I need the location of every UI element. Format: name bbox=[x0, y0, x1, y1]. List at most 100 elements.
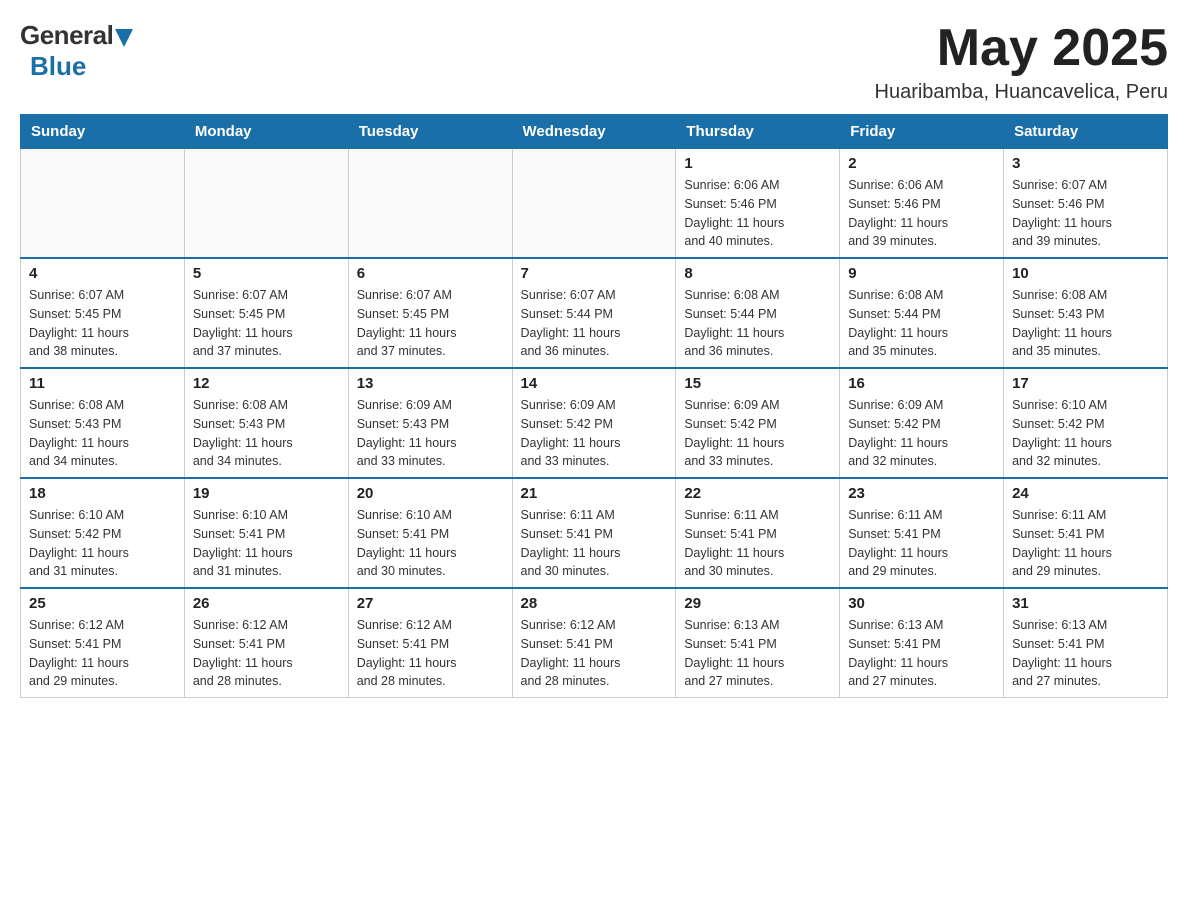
day-info: Sunrise: 6:13 AM Sunset: 5:41 PM Dayligh… bbox=[848, 616, 995, 691]
day-number: 19 bbox=[193, 485, 340, 502]
day-info: Sunrise: 6:08 AM Sunset: 5:43 PM Dayligh… bbox=[193, 396, 340, 471]
day-info: Sunrise: 6:08 AM Sunset: 5:43 PM Dayligh… bbox=[29, 396, 176, 471]
day-info: Sunrise: 6:10 AM Sunset: 5:42 PM Dayligh… bbox=[29, 506, 176, 581]
day-info: Sunrise: 6:10 AM Sunset: 5:41 PM Dayligh… bbox=[357, 506, 504, 581]
day-info: Sunrise: 6:09 AM Sunset: 5:42 PM Dayligh… bbox=[684, 396, 831, 471]
calendar-day-header: Thursday bbox=[676, 115, 840, 149]
calendar-week-row: 25Sunrise: 6:12 AM Sunset: 5:41 PM Dayli… bbox=[21, 588, 1168, 698]
day-number: 20 bbox=[357, 485, 504, 502]
day-number: 4 bbox=[29, 265, 176, 282]
calendar-week-row: 18 Sunrise: 6:10 AM Sunset: 5:42 PM Dayli… bbox=[21, 478, 1168, 588]
day-number: 5 bbox=[193, 265, 340, 282]
calendar-table: SundayMondayTuesdayWednesdayThursdayFrid… bbox=[20, 114, 1168, 698]
calendar-day-cell: 18 Sunrise: 6:10 AM Sunset: 5:42 PM Dayli… bbox=[21, 478, 185, 588]
calendar-day-cell bbox=[184, 149, 348, 259]
day-number: 1 bbox=[684, 155, 831, 172]
day-number: 2 bbox=[848, 155, 995, 172]
calendar-day-cell: 1 Sunrise: 6:06 AM Sunset: 5:46 PM Daylig… bbox=[676, 149, 840, 259]
day-info: Sunrise: 6:12 AM Sunset: 5:41 PM Dayligh… bbox=[357, 616, 504, 691]
day-number: 3 bbox=[1012, 155, 1159, 172]
logo-blue-text: Blue bbox=[30, 51, 86, 82]
day-info: Sunrise: 6:06 AM Sunset: 5:46 PM Dayligh… bbox=[684, 176, 831, 251]
calendar-day-cell: 4 Sunrise: 6:07 AM Sunset: 5:45 PM Daylig… bbox=[21, 258, 185, 368]
day-info: Sunrise: 6:07 AM Sunset: 5:44 PM Dayligh… bbox=[521, 286, 668, 361]
calendar-day-cell bbox=[348, 149, 512, 259]
calendar-day-cell: 24Sunrise: 6:11 AM Sunset: 5:41 PM Dayli… bbox=[1004, 478, 1168, 588]
day-info: Sunrise: 6:08 AM Sunset: 5:44 PM Dayligh… bbox=[684, 286, 831, 361]
day-number: 16 bbox=[848, 375, 995, 392]
day-info: Sunrise: 6:06 AM Sunset: 5:46 PM Dayligh… bbox=[848, 176, 995, 251]
calendar-day-cell: 27 Sunrise: 6:12 AM Sunset: 5:41 PM Dayli… bbox=[348, 588, 512, 698]
calendar-day-cell: 9Sunrise: 6:08 AM Sunset: 5:44 PM Daylig… bbox=[840, 258, 1004, 368]
day-info: Sunrise: 6:10 AM Sunset: 5:42 PM Dayligh… bbox=[1012, 396, 1159, 471]
title-section: May 2025 Huaribamba, Huancavelica, Peru bbox=[875, 20, 1169, 104]
calendar-day-cell: 26Sunrise: 6:12 AM Sunset: 5:41 PM Dayli… bbox=[184, 588, 348, 698]
calendar-day-cell: 30 Sunrise: 6:13 AM Sunset: 5:41 PM Dayli… bbox=[840, 588, 1004, 698]
day-info: Sunrise: 6:11 AM Sunset: 5:41 PM Dayligh… bbox=[1012, 506, 1159, 581]
calendar-header-row: SundayMondayTuesdayWednesdayThursdayFrid… bbox=[21, 115, 1168, 149]
logo-triangle-icon bbox=[115, 29, 133, 47]
calendar-day-cell: 25Sunrise: 6:12 AM Sunset: 5:41 PM Dayli… bbox=[21, 588, 185, 698]
day-info: Sunrise: 6:13 AM Sunset: 5:41 PM Dayligh… bbox=[1012, 616, 1159, 691]
day-number: 14 bbox=[521, 375, 668, 392]
day-info: Sunrise: 6:07 AM Sunset: 5:45 PM Dayligh… bbox=[193, 286, 340, 361]
day-number: 30 bbox=[848, 595, 995, 612]
calendar-day-header: Tuesday bbox=[348, 115, 512, 149]
calendar-day-cell: 14 Sunrise: 6:09 AM Sunset: 5:42 PM Dayli… bbox=[512, 368, 676, 478]
day-number: 7 bbox=[521, 265, 668, 282]
day-info: Sunrise: 6:07 AM Sunset: 5:46 PM Dayligh… bbox=[1012, 176, 1159, 251]
day-number: 31 bbox=[1012, 595, 1159, 612]
day-info: Sunrise: 6:10 AM Sunset: 5:41 PM Dayligh… bbox=[193, 506, 340, 581]
day-number: 17 bbox=[1012, 375, 1159, 392]
calendar-day-cell: 7 Sunrise: 6:07 AM Sunset: 5:44 PM Daylig… bbox=[512, 258, 676, 368]
day-number: 28 bbox=[521, 595, 668, 612]
calendar-day-cell: 10Sunrise: 6:08 AM Sunset: 5:43 PM Dayli… bbox=[1004, 258, 1168, 368]
logo: General Blue bbox=[20, 20, 133, 82]
day-info: Sunrise: 6:07 AM Sunset: 5:45 PM Dayligh… bbox=[29, 286, 176, 361]
day-number: 27 bbox=[357, 595, 504, 612]
calendar-day-cell: 5 Sunrise: 6:07 AM Sunset: 5:45 PM Daylig… bbox=[184, 258, 348, 368]
day-info: Sunrise: 6:09 AM Sunset: 5:43 PM Dayligh… bbox=[357, 396, 504, 471]
day-info: Sunrise: 6:11 AM Sunset: 5:41 PM Dayligh… bbox=[684, 506, 831, 581]
calendar-day-cell: 28 Sunrise: 6:12 AM Sunset: 5:41 PM Dayli… bbox=[512, 588, 676, 698]
day-number: 13 bbox=[357, 375, 504, 392]
day-info: Sunrise: 6:07 AM Sunset: 5:45 PM Dayligh… bbox=[357, 286, 504, 361]
calendar-day-cell bbox=[21, 149, 185, 259]
day-number: 29 bbox=[684, 595, 831, 612]
day-info: Sunrise: 6:08 AM Sunset: 5:43 PM Dayligh… bbox=[1012, 286, 1159, 361]
day-info: Sunrise: 6:08 AM Sunset: 5:44 PM Dayligh… bbox=[848, 286, 995, 361]
day-info: Sunrise: 6:09 AM Sunset: 5:42 PM Dayligh… bbox=[521, 396, 668, 471]
calendar-day-cell: 16 Sunrise: 6:09 AM Sunset: 5:42 PM Dayli… bbox=[840, 368, 1004, 478]
day-info: Sunrise: 6:09 AM Sunset: 5:42 PM Dayligh… bbox=[848, 396, 995, 471]
day-number: 21 bbox=[521, 485, 668, 502]
day-number: 15 bbox=[684, 375, 831, 392]
day-info: Sunrise: 6:12 AM Sunset: 5:41 PM Dayligh… bbox=[521, 616, 668, 691]
calendar-day-header: Monday bbox=[184, 115, 348, 149]
calendar-day-cell: 17 Sunrise: 6:10 AM Sunset: 5:42 PM Dayli… bbox=[1004, 368, 1168, 478]
day-info: Sunrise: 6:13 AM Sunset: 5:41 PM Dayligh… bbox=[684, 616, 831, 691]
calendar-week-row: 4 Sunrise: 6:07 AM Sunset: 5:45 PM Daylig… bbox=[21, 258, 1168, 368]
calendar-day-cell: 13 Sunrise: 6:09 AM Sunset: 5:43 PM Dayli… bbox=[348, 368, 512, 478]
calendar-day-header: Friday bbox=[840, 115, 1004, 149]
calendar-day-header: Sunday bbox=[21, 115, 185, 149]
calendar-day-cell: 15 Sunrise: 6:09 AM Sunset: 5:42 PM Dayli… bbox=[676, 368, 840, 478]
day-number: 8 bbox=[684, 265, 831, 282]
month-title: May 2025 bbox=[875, 20, 1169, 77]
calendar-week-row: 1 Sunrise: 6:06 AM Sunset: 5:46 PM Daylig… bbox=[21, 149, 1168, 259]
day-info: Sunrise: 6:11 AM Sunset: 5:41 PM Dayligh… bbox=[521, 506, 668, 581]
page-header: General Blue May 2025 Huaribamba, Huanca… bbox=[20, 20, 1168, 104]
calendar-day-cell: 8 Sunrise: 6:08 AM Sunset: 5:44 PM Daylig… bbox=[676, 258, 840, 368]
calendar-day-cell: 3 Sunrise: 6:07 AM Sunset: 5:46 PM Daylig… bbox=[1004, 149, 1168, 259]
calendar-day-cell: 22Sunrise: 6:11 AM Sunset: 5:41 PM Dayli… bbox=[676, 478, 840, 588]
calendar-day-cell: 11Sunrise: 6:08 AM Sunset: 5:43 PM Dayli… bbox=[21, 368, 185, 478]
calendar-week-row: 11Sunrise: 6:08 AM Sunset: 5:43 PM Dayli… bbox=[21, 368, 1168, 478]
day-info: Sunrise: 6:12 AM Sunset: 5:41 PM Dayligh… bbox=[29, 616, 176, 691]
calendar-day-cell: 12Sunrise: 6:08 AM Sunset: 5:43 PM Dayli… bbox=[184, 368, 348, 478]
calendar-day-header: Saturday bbox=[1004, 115, 1168, 149]
calendar-day-cell: 2 Sunrise: 6:06 AM Sunset: 5:46 PM Daylig… bbox=[840, 149, 1004, 259]
calendar-day-cell: 19 Sunrise: 6:10 AM Sunset: 5:41 PM Dayli… bbox=[184, 478, 348, 588]
calendar-day-cell bbox=[512, 149, 676, 259]
calendar-day-header: Wednesday bbox=[512, 115, 676, 149]
day-number: 18 bbox=[29, 485, 176, 502]
logo-general-text: General bbox=[20, 20, 113, 51]
